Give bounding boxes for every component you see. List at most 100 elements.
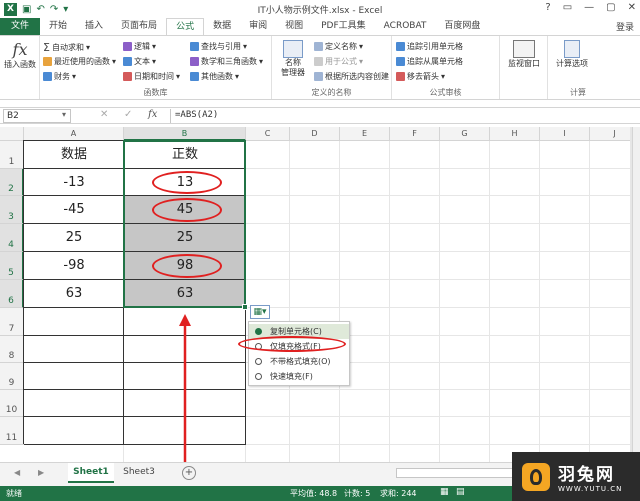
horizontal-scrollbar[interactable]	[396, 468, 516, 478]
data-cell[interactable]: 63	[24, 280, 124, 308]
vertical-scrollbar[interactable]	[632, 127, 640, 462]
tab-view[interactable]: 视图	[276, 18, 312, 35]
watch-window-button[interactable]: 监视窗口	[504, 40, 544, 69]
tab-baidu-netdisk[interactable]: 百度网盘	[435, 18, 489, 35]
row-header-11[interactable]: 11	[0, 417, 24, 445]
column-header-j[interactable]: J	[590, 127, 632, 141]
tab-formulas[interactable]: 公式	[166, 18, 205, 35]
remove-arrows-button[interactable]: 移去箭头 ▾	[396, 71, 445, 82]
sheet-tab-sheet1[interactable]: Sheet1	[68, 463, 114, 483]
status-sum: 求和: 244	[380, 489, 417, 498]
maximize-button[interactable]: ▢	[606, 2, 615, 13]
tab-acrobat[interactable]: ACROBAT	[375, 18, 436, 35]
data-cell[interactable]: -13	[24, 169, 124, 196]
insert-function-icon[interactable]: fx	[148, 109, 157, 120]
column-header-h[interactable]: H	[490, 127, 540, 141]
trace-precedents-button[interactable]: 追踪引用单元格	[396, 41, 463, 52]
row-header-8[interactable]: 8	[0, 336, 24, 363]
name-box-dropdown-icon[interactable]: ▾	[62, 110, 66, 119]
define-name-button[interactable]: 定义名称 ▾	[314, 41, 363, 52]
datetime-button[interactable]: 日期和时间 ▾	[123, 71, 180, 82]
column-header-g[interactable]: G	[440, 127, 490, 141]
tab-data[interactable]: 数据	[204, 18, 240, 35]
logical-icon	[123, 42, 132, 51]
data-cell[interactable]: -45	[24, 196, 124, 224]
tab-pdf-tools[interactable]: PDF工具集	[312, 18, 375, 35]
result-cell[interactable]: 25	[124, 224, 246, 252]
column-header-f[interactable]: F	[390, 127, 440, 141]
row-header-2[interactable]: 2	[0, 169, 24, 196]
worksheet-grid[interactable]: ABCDEFGHIJ 1 2 3 4 5 6 7 8 9 10 11 数据 正数 -13 13 -45 45 2…	[0, 127, 632, 462]
formula-input[interactable]: =ABS(A2)	[170, 109, 630, 123]
financial-button[interactable]: 财务 ▾	[43, 71, 76, 82]
more-functions-icon	[190, 72, 199, 81]
autosum-button[interactable]: Σ 自动求和 ▾	[43, 41, 90, 54]
name-box[interactable]: B2	[3, 109, 71, 123]
row-header-6[interactable]: 6	[0, 280, 24, 308]
autofill-fill-without-formatting[interactable]: 不带格式填充(O)	[249, 354, 349, 369]
name-manager-icon	[283, 40, 303, 58]
close-button[interactable]: ✕	[628, 2, 636, 13]
save-icon[interactable]: ▣	[22, 4, 31, 15]
undo-icon[interactable]: ↶	[36, 4, 44, 15]
calculation-options-button[interactable]: 计算选项	[552, 40, 592, 69]
column-header-i[interactable]: I	[540, 127, 590, 141]
header-cell-data[interactable]: 数据	[24, 141, 124, 169]
use-in-formula-button[interactable]: 用于公式 ▾	[314, 56, 363, 67]
radio-selected-icon	[255, 328, 262, 335]
row-header-3[interactable]: 3	[0, 196, 24, 224]
tab-home[interactable]: 开始	[40, 18, 76, 35]
add-sheet-button[interactable]: +	[182, 466, 196, 480]
row-header-5[interactable]: 5	[0, 252, 24, 280]
scroll-right-icon[interactable]: ▶	[38, 468, 44, 477]
tab-page-layout[interactable]: 页面布局	[112, 18, 166, 35]
auto-fill-options-button[interactable]: ▦▾	[250, 305, 270, 319]
data-cell[interactable]: 25	[24, 224, 124, 252]
normal-view-icon[interactable]: ▦	[440, 487, 449, 497]
enter-icon[interactable]: ✓	[124, 109, 132, 120]
header-cell-positive[interactable]: 正数	[124, 141, 246, 169]
result-cell[interactable]: 63	[124, 280, 246, 308]
status-average: 平均值: 48.8	[290, 489, 338, 498]
data-cell[interactable]: -98	[24, 252, 124, 280]
row-header-10[interactable]: 10	[0, 390, 24, 417]
column-header-c[interactable]: C	[246, 127, 290, 141]
watermark-brand: 羽兔网	[558, 465, 615, 485]
text-button[interactable]: 文本 ▾	[123, 56, 156, 67]
tab-insert[interactable]: 插入	[76, 18, 112, 35]
redo-icon[interactable]: ↷	[50, 4, 58, 15]
row-header-7[interactable]: 7	[0, 308, 24, 336]
column-header-e[interactable]: E	[340, 127, 390, 141]
logical-button[interactable]: 逻辑 ▾	[123, 41, 156, 52]
row-header-4[interactable]: 4	[0, 224, 24, 252]
scroll-left-icon[interactable]: ◀	[14, 468, 20, 477]
tab-review[interactable]: 审阅	[240, 18, 276, 35]
create-from-selection-button[interactable]: 根据所选内容创建	[314, 71, 389, 82]
cancel-icon[interactable]: ✕	[100, 109, 108, 120]
group-label-function-library: 函数库	[143, 88, 168, 97]
trace-dependents-button[interactable]: 追踪从属单元格	[396, 56, 463, 67]
recent-functions-button[interactable]: 最近使用的函数 ▾	[43, 56, 116, 67]
group-function-library: Σ 自动求和 ▾ 最近使用的函数 ▾ 财务 ▾ 逻辑 ▾ 文本 ▾ 日期和时间 ▾ 查找与引用…	[40, 36, 272, 99]
lookup-button[interactable]: 查找与引用 ▾	[190, 41, 247, 52]
auto-fill-options-menu: 复制单元格(C) 仅填充格式(F) 不带格式填充(O) 快速填充(F)	[248, 321, 350, 386]
tab-file[interactable]: 文件	[0, 18, 41, 35]
sheet-tab-sheet3[interactable]: Sheet3	[116, 463, 162, 483]
page-layout-view-icon[interactable]: ▤	[456, 487, 465, 497]
ribbon-display-button[interactable]: ▭	[563, 2, 572, 13]
insert-function-button[interactable]: fx 插入函数	[2, 40, 38, 70]
autofill-flash-fill[interactable]: 快速填充(F)	[249, 369, 349, 384]
column-header-d[interactable]: D	[290, 127, 340, 141]
row-header-9[interactable]: 9	[0, 363, 24, 390]
customize-qat-icon[interactable]: ▾	[63, 4, 68, 15]
login-link[interactable]: 登录	[616, 20, 634, 33]
row-header-1[interactable]: 1	[0, 141, 24, 169]
select-all-corner[interactable]	[0, 127, 24, 141]
column-header-b[interactable]: B	[124, 127, 246, 141]
name-manager-button[interactable]: 名称 管理器	[276, 40, 310, 78]
math-trig-button[interactable]: 数学和三角函数 ▾	[190, 56, 263, 67]
more-functions-button[interactable]: 其他函数 ▾	[190, 71, 239, 82]
minimize-button[interactable]: —	[584, 2, 594, 13]
column-header-a[interactable]: A	[24, 127, 124, 141]
help-button[interactable]: ?	[545, 2, 550, 13]
